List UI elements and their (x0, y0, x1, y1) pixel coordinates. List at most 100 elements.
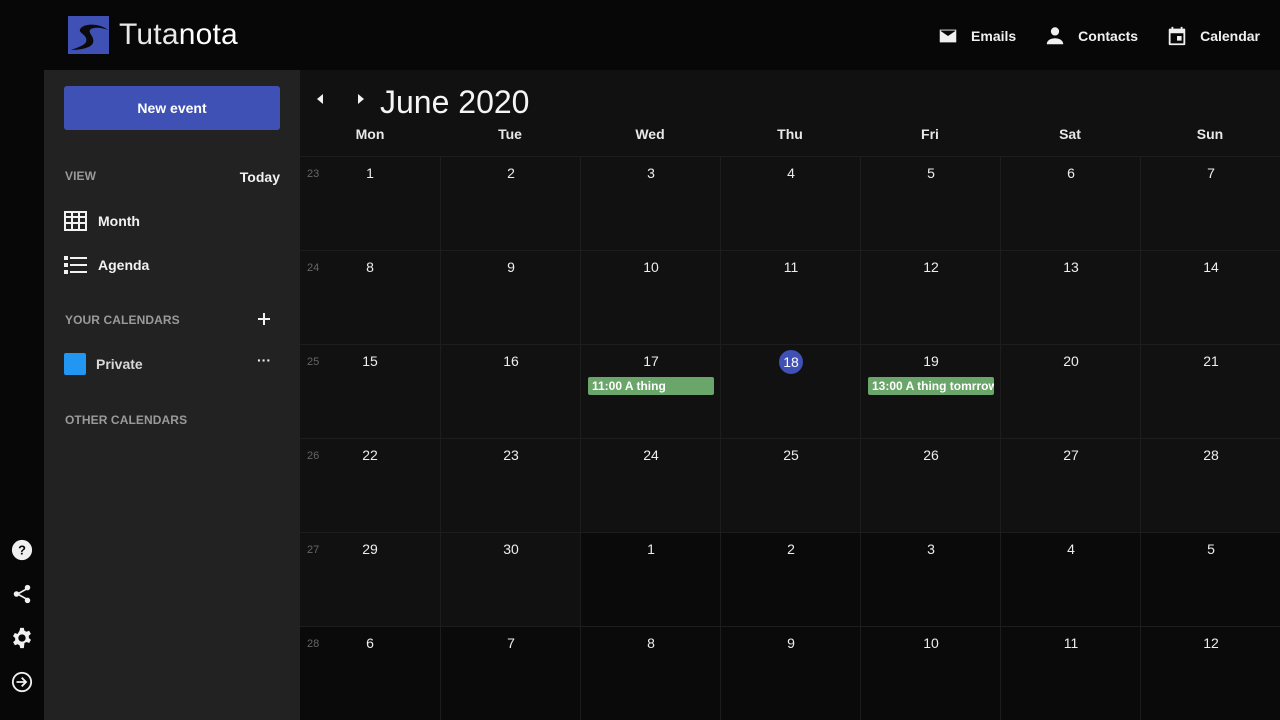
day-cell[interactable]: 16 (440, 345, 580, 439)
day-cell[interactable]: 18 (720, 345, 860, 439)
day-cell[interactable]: 5 (1140, 533, 1280, 627)
day-cell[interactable]: 25 (720, 439, 860, 533)
day-number[interactable]: 5 (1141, 541, 1280, 557)
day-cell[interactable]: 8 24 (300, 251, 440, 345)
day-cell[interactable]: 29 27 (300, 533, 440, 627)
day-number[interactable]: 20 (1001, 353, 1141, 369)
day-cell[interactable]: 17 11:00 A thing (580, 345, 720, 439)
help-icon[interactable]: ? (11, 539, 33, 561)
day-number[interactable]: 6 (1001, 165, 1141, 181)
day-number[interactable]: 24 (581, 447, 721, 463)
day-cell[interactable]: 27 (1000, 439, 1140, 533)
day-number[interactable]: 29 (300, 541, 440, 557)
day-cell[interactable]: 5 (860, 157, 1000, 251)
day-number[interactable]: 25 (721, 447, 861, 463)
day-cell[interactable]: 2 (440, 157, 580, 251)
share-icon[interactable] (11, 583, 33, 605)
day-number[interactable]: 12 (861, 259, 1001, 275)
day-cell[interactable]: 28 (1140, 439, 1280, 533)
settings-gear-icon[interactable] (11, 627, 33, 649)
today-day-number[interactable]: 18 (779, 350, 803, 374)
day-number[interactable]: 22 (300, 447, 440, 463)
day-cell[interactable]: 20 (1000, 345, 1140, 439)
calendar-more-button[interactable]: ··· (256, 353, 272, 370)
day-cell[interactable]: 9 (440, 251, 580, 345)
today-button[interactable]: Today (240, 169, 280, 185)
day-cell[interactable]: 6 (1000, 157, 1140, 251)
add-calendar-button[interactable] (255, 310, 273, 328)
calendar-event[interactable]: 11:00 A thing (588, 377, 714, 395)
day-number[interactable]: 7 (1141, 165, 1280, 181)
day-number[interactable]: 8 (300, 259, 440, 275)
day-cell[interactable]: 10 (580, 251, 720, 345)
day-number[interactable]: 8 (581, 635, 721, 651)
day-number[interactable]: 27 (1001, 447, 1141, 463)
day-cell[interactable]: 7 (440, 627, 580, 720)
day-number[interactable]: 3 (861, 541, 1001, 557)
day-number[interactable]: 30 (441, 541, 581, 557)
day-number[interactable]: 9 (441, 259, 581, 275)
day-number[interactable]: 1 (300, 165, 440, 181)
day-number[interactable]: 4 (1001, 541, 1141, 557)
day-number[interactable]: 21 (1141, 353, 1280, 369)
day-cell[interactable]: 8 (580, 627, 720, 720)
day-cell[interactable]: 11 (720, 251, 860, 345)
sidebar-item-agenda[interactable]: Agenda (64, 253, 149, 277)
day-number[interactable]: 11 (1001, 635, 1141, 651)
day-number[interactable]: 7 (441, 635, 581, 651)
day-cell[interactable]: 6 28 (300, 627, 440, 720)
day-number[interactable]: 16 (441, 353, 581, 369)
day-cell[interactable]: 24 (580, 439, 720, 533)
day-number[interactable]: 9 (721, 635, 861, 651)
day-cell[interactable]: 15 25 (300, 345, 440, 439)
day-cell[interactable]: 2 (720, 533, 860, 627)
next-month-button[interactable] (351, 90, 369, 108)
day-cell[interactable]: 21 (1140, 345, 1280, 439)
day-cell[interactable]: 12 (1140, 627, 1280, 720)
day-number[interactable]: 15 (300, 353, 440, 369)
day-cell[interactable]: 10 (860, 627, 1000, 720)
day-number[interactable]: 4 (721, 165, 861, 181)
day-cell[interactable]: 4 (720, 157, 860, 251)
day-number[interactable]: 12 (1141, 635, 1280, 651)
day-cell[interactable]: 11 (1000, 627, 1140, 720)
day-number[interactable]: 2 (441, 165, 581, 181)
day-number[interactable]: 11 (721, 259, 861, 275)
tutanota-logo[interactable]: Tutanota (68, 16, 238, 54)
day-number[interactable]: 19 (861, 353, 1001, 369)
day-number[interactable]: 26 (861, 447, 1001, 463)
day-number[interactable]: 2 (721, 541, 861, 557)
day-cell[interactable]: 7 (1140, 157, 1280, 251)
day-number[interactable]: 10 (581, 259, 721, 275)
day-number[interactable]: 28 (1141, 447, 1280, 463)
day-cell[interactable]: 26 (860, 439, 1000, 533)
day-number[interactable]: 6 (300, 635, 440, 651)
day-cell[interactable]: 13 (1000, 251, 1140, 345)
calendar-event[interactable]: 13:00 A thing tomrrow (868, 377, 994, 395)
day-number[interactable]: 13 (1001, 259, 1141, 275)
day-cell[interactable]: 22 26 (300, 439, 440, 533)
logout-icon[interactable] (11, 671, 33, 693)
day-number[interactable]: 23 (441, 447, 581, 463)
day-number[interactable]: 14 (1141, 259, 1280, 275)
day-cell[interactable]: 30 (440, 533, 580, 627)
day-cell[interactable]: 3 (580, 157, 720, 251)
calendar-item-private[interactable]: Private (64, 353, 143, 375)
day-cell[interactable]: 12 (860, 251, 1000, 345)
day-cell[interactable]: 19 13:00 A thing tomrrow (860, 345, 1000, 439)
previous-month-button[interactable] (312, 90, 330, 108)
day-number[interactable]: 17 (581, 353, 721, 369)
day-number[interactable]: 10 (861, 635, 1001, 651)
nav-emails[interactable]: Emails (937, 24, 1016, 48)
day-cell[interactable]: 1 23 (300, 157, 440, 251)
nav-calendar[interactable]: Calendar (1166, 24, 1260, 48)
day-cell[interactable]: 4 (1000, 533, 1140, 627)
day-cell[interactable]: 3 (860, 533, 1000, 627)
day-cell[interactable]: 1 (580, 533, 720, 627)
day-cell[interactable]: 23 (440, 439, 580, 533)
sidebar-item-month[interactable]: Month (64, 209, 140, 233)
nav-contacts[interactable]: Contacts (1044, 24, 1138, 48)
day-cell[interactable]: 14 (1140, 251, 1280, 345)
day-number[interactable]: 5 (861, 165, 1001, 181)
new-event-button[interactable]: New event (64, 86, 280, 130)
